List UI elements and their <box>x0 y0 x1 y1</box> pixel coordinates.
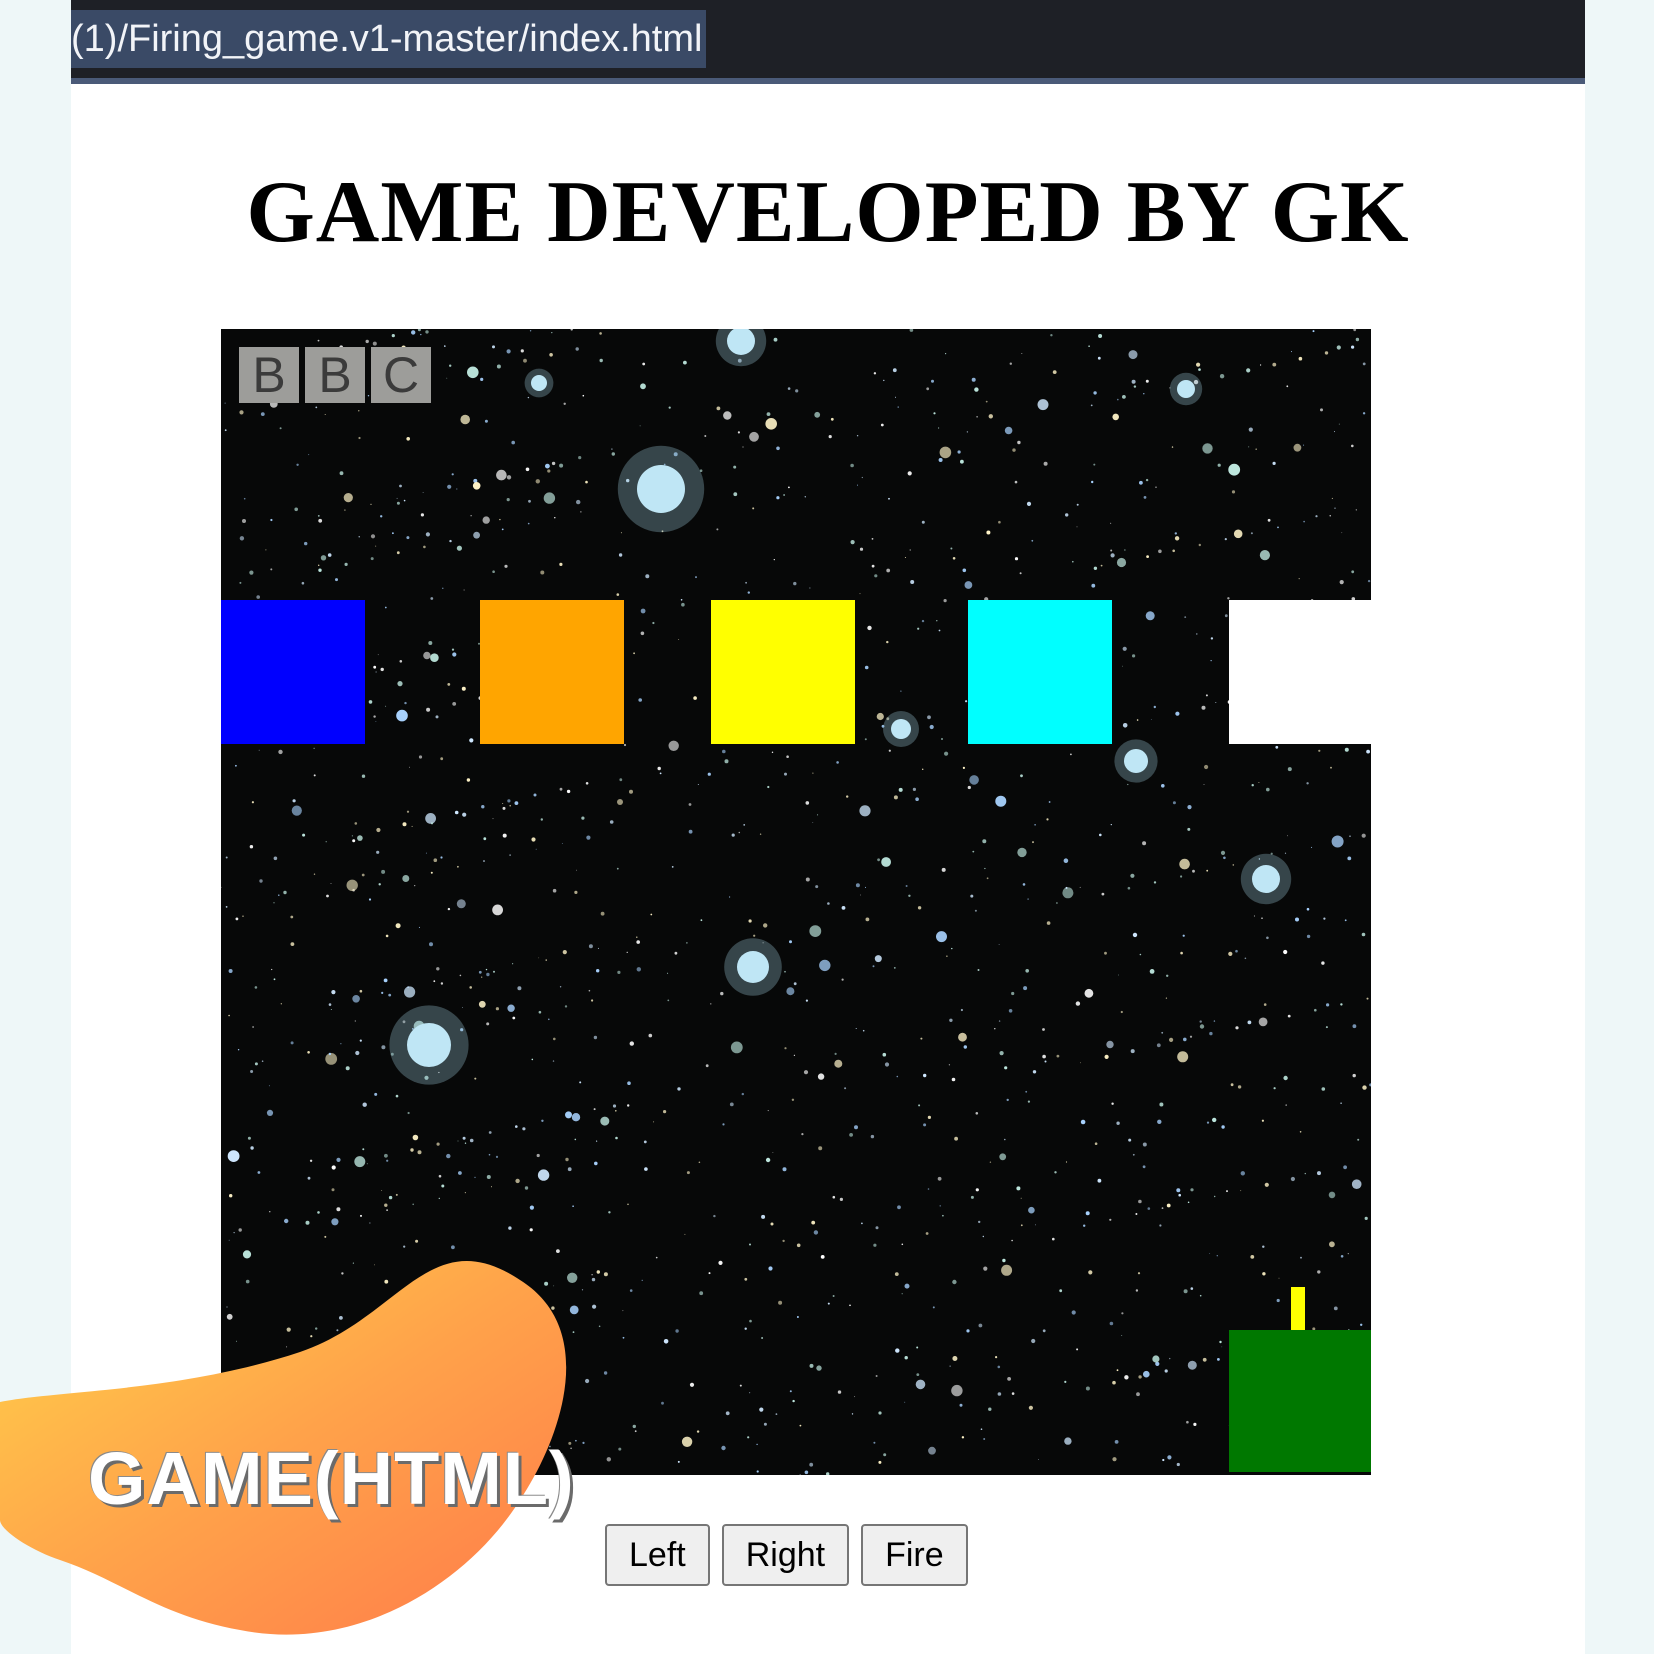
fire-button[interactable]: Fire <box>861 1524 968 1586</box>
bbc-watermark: B B C <box>239 347 431 403</box>
target-block-cyan <box>968 600 1112 744</box>
page-title: GAME DEVELOPED BY GK <box>246 164 1410 261</box>
address-bar[interactable]: (1)/Firing_game.v1-master/index.html <box>71 0 1585 84</box>
url-text[interactable]: (1)/Firing_game.v1-master/index.html <box>71 10 707 68</box>
watermark-letter: B <box>239 347 299 403</box>
watermark-letter: C <box>371 347 431 403</box>
left-button[interactable]: Left <box>605 1524 710 1586</box>
bullet <box>1291 1287 1305 1330</box>
target-block-blue <box>221 600 365 744</box>
player-cannon <box>1229 1330 1371 1472</box>
right-button[interactable]: Right <box>721 1524 850 1586</box>
watermark-letter: B <box>305 347 365 403</box>
control-buttons: Left Right Fire <box>605 1524 968 1586</box>
target-block-orange <box>480 600 624 744</box>
target-block-yellow <box>711 600 855 744</box>
game-html-badge: GAME(HTML) <box>88 1437 575 1520</box>
target-block-white <box>1229 600 1371 744</box>
